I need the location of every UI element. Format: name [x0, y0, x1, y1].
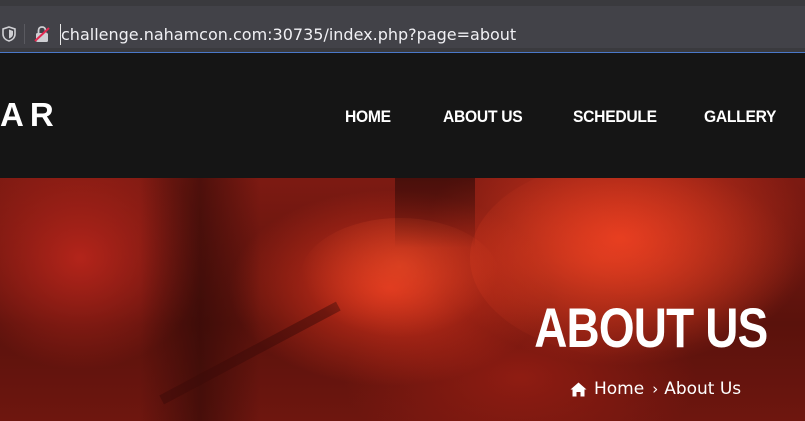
address-bar[interactable]: challenge.nahamcon.com:30735/index.php?p… [0, 6, 805, 48]
insecure-lock-icon[interactable] [33, 25, 51, 43]
breadcrumb: Home › About Us [570, 378, 741, 400]
nav-gallery[interactable]: GALLERY [704, 106, 776, 128]
home-icon[interactable] [570, 382, 587, 397]
nav-home[interactable]: HOME [345, 106, 391, 128]
url-separator [24, 24, 25, 44]
breadcrumb-current: About Us [664, 379, 742, 399]
hero-banner: ABOUT US Home › About Us [0, 178, 805, 421]
url-text[interactable]: challenge.nahamcon.com:30735/index.php?p… [61, 24, 516, 45]
nav-schedule[interactable]: SCHEDULE [573, 106, 657, 128]
chevron-right-icon: › [652, 380, 659, 398]
browser-toolbar: challenge.nahamcon.com:30735/index.php?p… [0, 0, 805, 53]
shield-icon[interactable] [2, 26, 16, 42]
site-header: AR HOME ABOUT US SCHEDULE GALLERY [0, 54, 805, 178]
main-nav: HOME ABOUT US SCHEDULE GALLERY [0, 106, 805, 130]
page-title: ABOUT US [533, 296, 768, 359]
hero-background-shadow [395, 178, 475, 248]
breadcrumb-home-link[interactable]: Home [594, 378, 644, 400]
nav-about-us[interactable]: ABOUT US [443, 106, 523, 128]
